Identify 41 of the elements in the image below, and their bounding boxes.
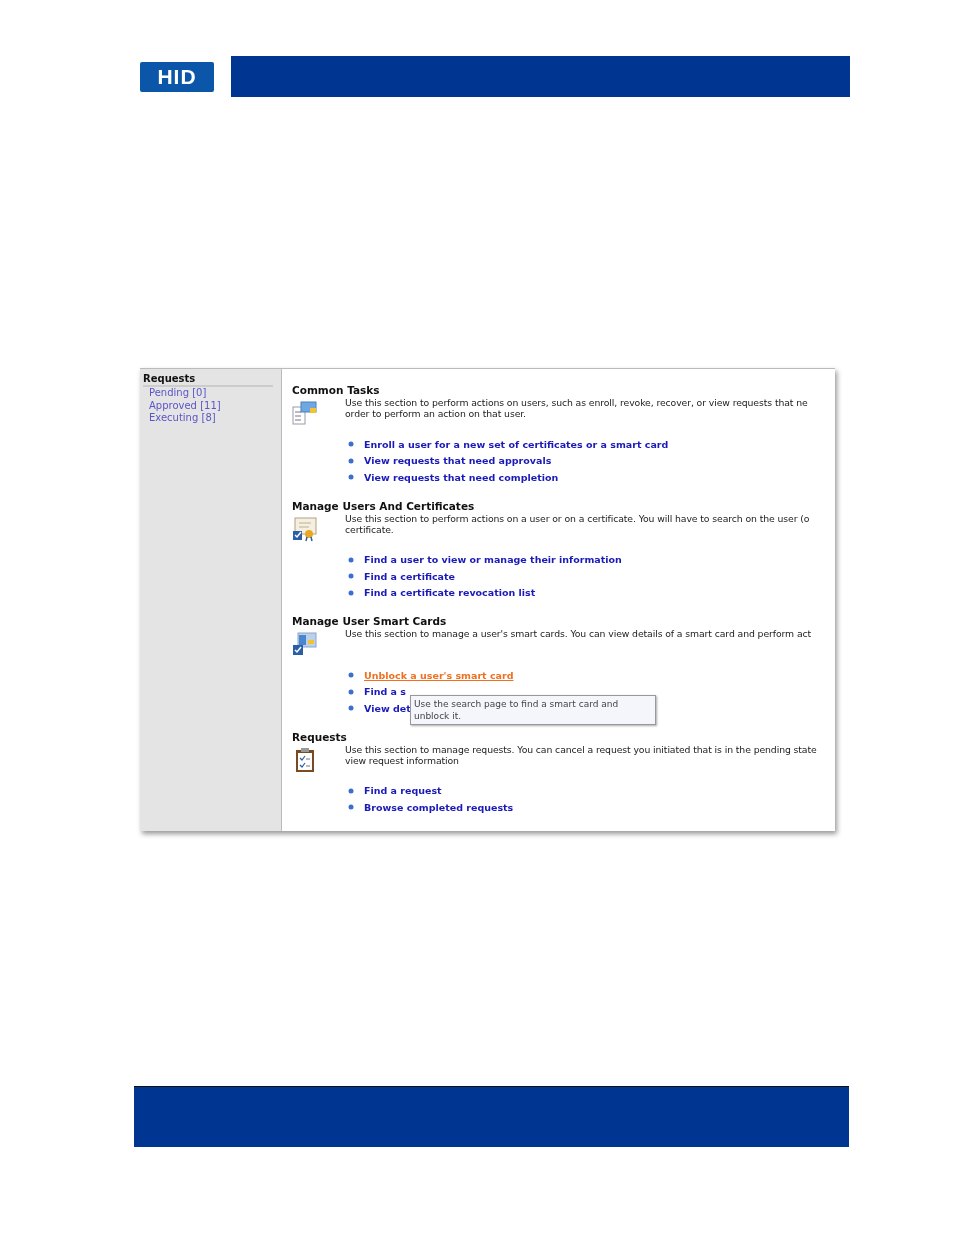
section-title: Requests <box>292 729 348 744</box>
task-link[interactable]: View det <box>364 702 411 714</box>
sidebar-heading: Requests <box>143 373 273 387</box>
bullet-icon <box>348 589 354 596</box>
bullet-icon <box>348 457 354 464</box>
task-link[interactable]: Enroll a user for a new set of certificates or a smart card <box>364 438 669 450</box>
task-link[interactable]: Find a certificate <box>364 570 455 582</box>
task-link[interactable]: Find a s <box>364 686 406 698</box>
section-description: Use this section to perform actions on a user or on a certificate. You will have to search on the user (o <box>345 512 810 524</box>
section-title: Common Tasks <box>292 383 381 397</box>
task-link[interactable]: Find a user to view or manage their information <box>364 554 622 566</box>
smart-card-icon <box>292 631 318 657</box>
section-description: certificate. <box>345 523 395 535</box>
bullet-icon <box>348 804 354 811</box>
bullet-icon <box>348 441 354 448</box>
bullet-icon <box>348 705 354 712</box>
section-description: view request information <box>345 754 459 766</box>
task-link[interactable]: Browse completed requests <box>364 801 514 813</box>
logo: HID <box>140 61 214 92</box>
certificate-icon <box>292 515 318 542</box>
task-link[interactable]: Find a certificate revocation list <box>364 587 536 599</box>
bullet-icon <box>348 787 354 794</box>
section-title: Manage Users And Certificates <box>292 498 476 513</box>
bullet-icon <box>348 688 354 695</box>
section-title: Manage User Smart Cards <box>292 614 448 628</box>
task-link[interactable]: View requests that need approvals <box>364 455 552 467</box>
sidebar-link[interactable]: Pending [0] <box>143 387 281 400</box>
sidebar-link[interactable]: Approved [11] <box>143 399 281 412</box>
section-description: order to perform an action on that user. <box>345 408 527 419</box>
task-list-icon <box>292 400 318 426</box>
section-description: Use this section to manage requests. You can cancel a request you initiated that is in the pending state <box>345 743 817 755</box>
task-link[interactable]: Find a request <box>364 785 442 797</box>
task-link[interactable]: View requests that need completion <box>364 471 559 483</box>
sidebar-link[interactable]: Executing [8] <box>143 412 281 425</box>
bullet-icon <box>348 672 354 679</box>
section-description: Use this section to perform actions on users, such as enroll, revoke, recover, or view requests that ne <box>345 397 808 408</box>
bullet-icon <box>348 474 354 481</box>
tooltip: Use the search page to find a smart card and unblock it. <box>410 695 656 725</box>
bullet-icon <box>348 556 354 563</box>
section-description: Use this section to manage a user's smart cards. You can view details of a smart card and perform act <box>345 628 812 639</box>
bullet-icon <box>348 573 354 580</box>
